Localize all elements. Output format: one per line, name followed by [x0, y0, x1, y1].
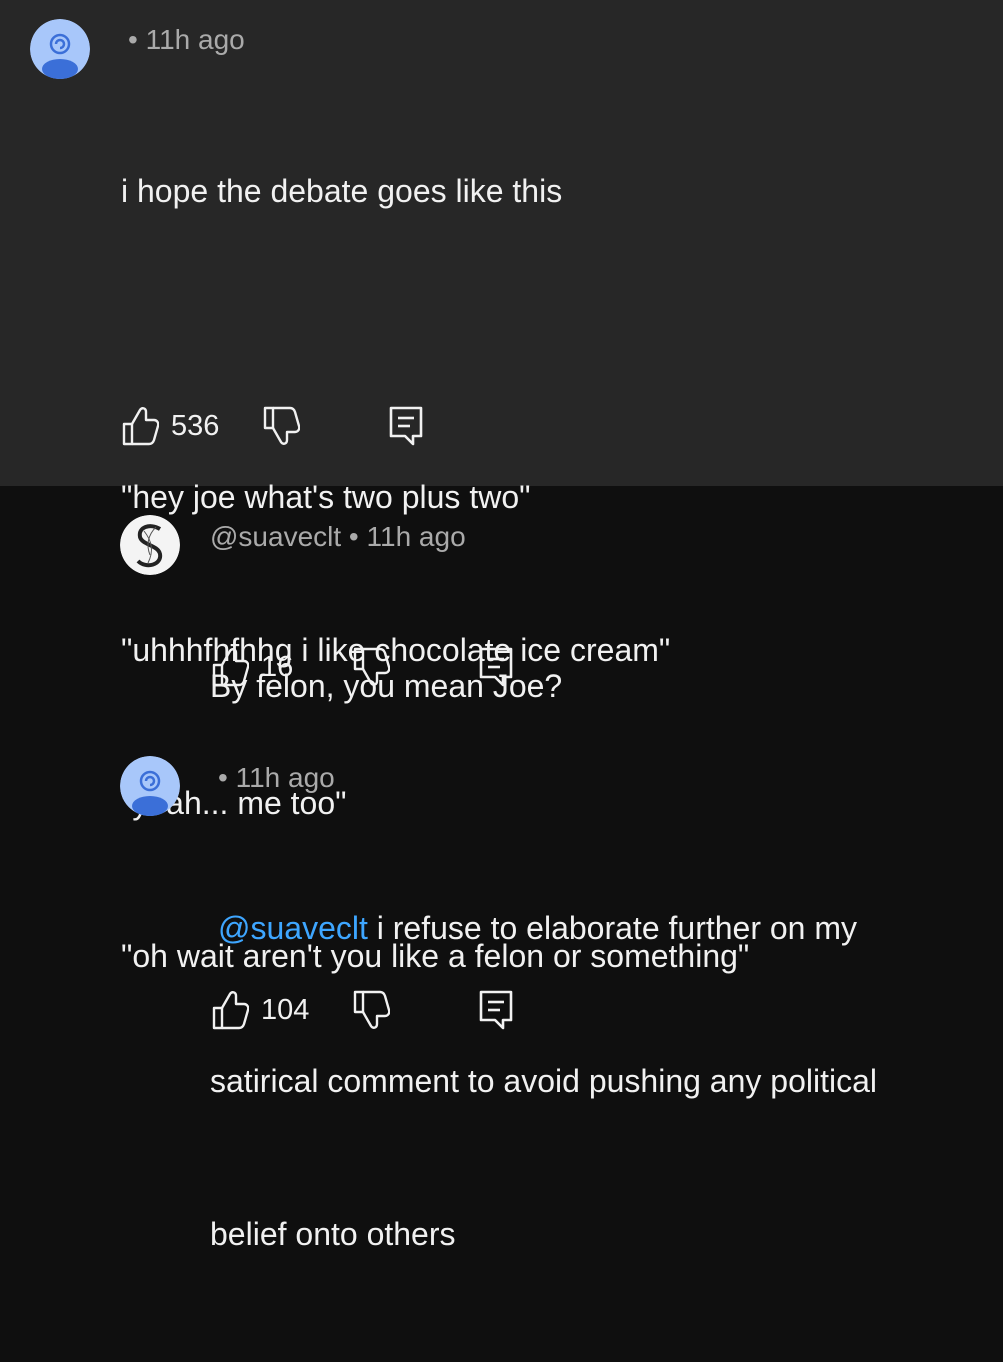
meta-separator: • — [348, 521, 359, 552]
comment-text: i refuse to elaborate further on my — [367, 910, 858, 946]
comment-meta: • 11h ago — [218, 762, 335, 794]
meta-separator: • — [128, 24, 138, 55]
comment-line: belief onto others — [210, 1216, 456, 1252]
reply-comment: @suaveclt • 11h ago By felon, you mean J… — [0, 486, 1003, 736]
s-logo-avatar-icon[interactable] — [120, 515, 180, 575]
meta-separator: • — [218, 762, 228, 793]
comment-body: @suaveclt i refuse to elaborate further … — [210, 801, 877, 1362]
spiral-avatar-icon[interactable] — [120, 756, 180, 816]
comment-actions: 104 — [211, 988, 531, 1032]
reply-icon[interactable] — [478, 645, 514, 689]
comment-time: 11h ago — [366, 521, 466, 552]
comment-meta: • 11h ago — [128, 24, 245, 56]
comment-time: 11h ago — [145, 24, 245, 55]
like-count: 16 — [261, 651, 294, 683]
comment-actions: 536 — [121, 404, 441, 448]
comment-actions: 16 — [211, 645, 531, 689]
comment-thread-top: • 11h ago i hope the debate goes like th… — [0, 0, 1003, 974]
thumbs-down-icon[interactable] — [262, 404, 300, 448]
spiral-avatar-icon[interactable] — [30, 19, 90, 79]
mention-link[interactable]: @suaveclt — [218, 910, 368, 946]
thumbs-up-icon[interactable] — [211, 988, 249, 1032]
reply-icon[interactable] — [388, 404, 424, 448]
thumbs-up-icon[interactable] — [211, 645, 249, 689]
reply-icon[interactable] — [478, 988, 514, 1032]
comment-line: i hope the debate goes like this — [121, 173, 563, 209]
comment-author[interactable]: @suaveclt — [210, 521, 341, 552]
comment-time: 11h ago — [235, 762, 335, 793]
like-count: 536 — [171, 410, 220, 442]
comment-line-blank — [121, 319, 749, 370]
comment-line: satirical comment to avoid pushing any p… — [210, 1063, 877, 1099]
thumbs-down-icon[interactable] — [352, 645, 390, 689]
thumbs-up-icon[interactable] — [121, 404, 159, 448]
comment-meta: @suaveclt • 11h ago — [210, 521, 466, 553]
like-count: 104 — [261, 994, 310, 1026]
thumbs-down-icon[interactable] — [352, 988, 390, 1032]
reply-comment: • 11h ago @suaveclt i refuse to elaborat… — [0, 736, 1003, 1252]
comment-line: @suaveclt i refuse to elaborate further … — [210, 903, 877, 954]
